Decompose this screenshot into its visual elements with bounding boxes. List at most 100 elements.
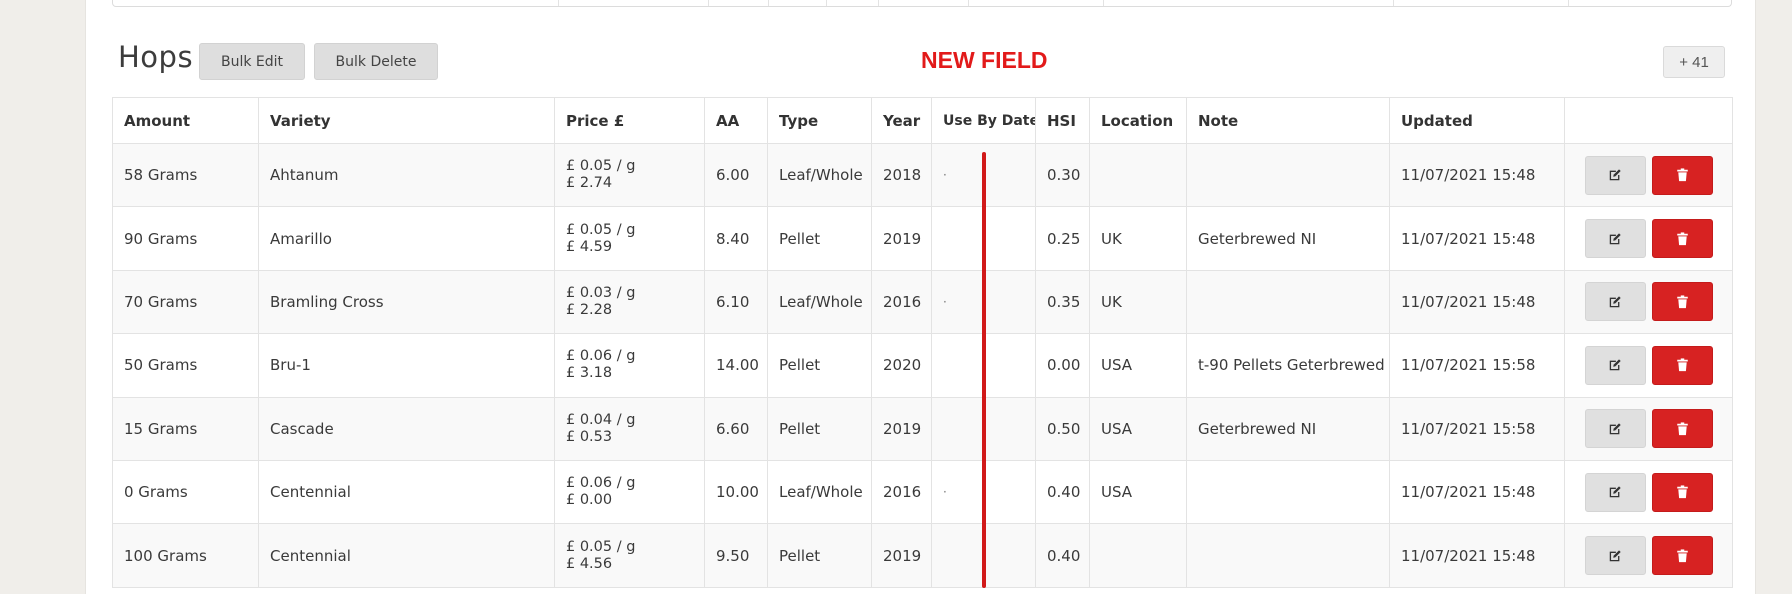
cell-location: UK bbox=[1089, 206, 1187, 271]
cell-actions bbox=[1564, 333, 1733, 398]
cell-year: 2019 bbox=[871, 396, 932, 461]
trash-icon bbox=[1676, 295, 1689, 309]
table-row: 50 Grams Bru-1 £ 0.06 / g £ 3.18 14.00 Pellet… bbox=[112, 333, 1733, 398]
cell-location: USA bbox=[1089, 396, 1187, 461]
cell-aa: 14.00 bbox=[704, 333, 768, 398]
price-total: £ 4.56 bbox=[566, 555, 613, 572]
cell-updated: 11/07/2021 15:48 bbox=[1389, 206, 1565, 271]
cell-updated: 11/07/2021 15:58 bbox=[1389, 333, 1565, 398]
cell-hsi: 0.30 bbox=[1035, 142, 1090, 208]
cell-year: 2016 bbox=[871, 269, 932, 335]
edit-icon bbox=[1608, 485, 1622, 499]
cell-type: Pellet bbox=[767, 396, 872, 461]
column-header-type: Type bbox=[767, 97, 872, 144]
cell-year: 2020 bbox=[871, 333, 932, 398]
cell-hsi: 0.00 bbox=[1035, 333, 1090, 398]
cell-price: £ 0.05 / g £ 4.59 bbox=[554, 206, 705, 271]
column-header-price: Price £ bbox=[554, 97, 705, 144]
bulk-delete-button[interactable]: Bulk Delete bbox=[314, 43, 438, 80]
new-field-annotation: NEW FIELD bbox=[921, 47, 1048, 73]
cell-type: Leaf/Whole bbox=[767, 142, 872, 208]
price-per-gram: £ 0.03 / g bbox=[566, 284, 636, 301]
cell-price: £ 0.05 / g £ 4.56 bbox=[554, 523, 705, 588]
cell-actions bbox=[1564, 396, 1733, 461]
price-per-gram: £ 0.04 / g bbox=[566, 411, 636, 428]
trash-icon bbox=[1676, 548, 1689, 563]
edit-row-button[interactable] bbox=[1584, 155, 1646, 195]
cell-note bbox=[1186, 269, 1390, 335]
cell-variety: Cascade bbox=[258, 396, 555, 461]
cell-actions bbox=[1564, 459, 1733, 525]
edit-row-button[interactable] bbox=[1584, 472, 1646, 512]
cell-amount: 58 Grams bbox=[112, 142, 259, 208]
previous-table-bottom-edge bbox=[112, 0, 1732, 7]
cell-price: £ 0.06 / g £ 3.18 bbox=[554, 333, 705, 398]
cell-variety: Centennial bbox=[258, 523, 555, 588]
cell-aa: 6.60 bbox=[704, 396, 768, 461]
column-header-note: Note bbox=[1186, 97, 1390, 144]
column-header-variety: Variety bbox=[258, 97, 555, 144]
cell-hsi: 0.40 bbox=[1035, 459, 1090, 525]
cell-variety: Amarillo bbox=[258, 206, 555, 271]
price-total: £ 2.28 bbox=[566, 301, 613, 318]
cell-type: Leaf/Whole bbox=[767, 269, 872, 335]
cell-price: £ 0.03 / g £ 2.28 bbox=[554, 269, 705, 335]
table-row: 0 Grams Centennial £ 0.06 / g £ 0.00 10.00 Le… bbox=[112, 459, 1733, 525]
edit-row-button[interactable] bbox=[1584, 219, 1646, 259]
delete-row-button[interactable] bbox=[1651, 345, 1713, 385]
delete-row-button[interactable] bbox=[1651, 536, 1713, 576]
cell-amount: 100 Grams bbox=[112, 523, 259, 588]
cell-variety: Ahtanum bbox=[258, 142, 555, 208]
delete-row-button[interactable] bbox=[1651, 282, 1713, 322]
column-header-actions bbox=[1564, 97, 1733, 144]
cell-amount: 0 Grams bbox=[112, 459, 259, 525]
cell-aa: 6.10 bbox=[704, 269, 768, 335]
table-row: 90 Grams Amarillo £ 0.05 / g £ 4.59 8.40 Pell… bbox=[112, 206, 1733, 271]
trash-icon bbox=[1676, 422, 1689, 436]
cell-note: Geterbrewed NI bbox=[1186, 396, 1390, 461]
cell-type: Leaf/Whole bbox=[767, 459, 872, 525]
cell-note bbox=[1186, 523, 1390, 588]
edit-row-button[interactable] bbox=[1584, 282, 1646, 322]
bulk-edit-button[interactable]: Bulk Edit bbox=[199, 43, 305, 80]
cell-variety: Centennial bbox=[258, 459, 555, 525]
column-header-year: Year bbox=[871, 97, 932, 144]
table-header-row: Amount Variety Price £ AA Type Year Use By Dat… bbox=[112, 97, 1733, 144]
add-hop-button[interactable]: + 41 bbox=[1663, 46, 1725, 78]
trash-icon bbox=[1676, 232, 1689, 246]
price-per-gram: £ 0.05 / g bbox=[566, 221, 636, 238]
cell-actions bbox=[1564, 206, 1733, 271]
cell-note: Geterbrewed NI bbox=[1186, 206, 1390, 271]
edit-row-button[interactable] bbox=[1584, 409, 1646, 449]
cell-year: 2016 bbox=[871, 459, 932, 525]
cell-aa: 9.50 bbox=[704, 523, 768, 588]
cell-updated: 11/07/2021 15:58 bbox=[1389, 396, 1565, 461]
edit-row-button[interactable] bbox=[1584, 536, 1646, 576]
delete-row-button[interactable] bbox=[1651, 155, 1713, 195]
cell-hsi: 0.35 bbox=[1035, 269, 1090, 335]
cell-variety: Bramling Cross bbox=[258, 269, 555, 335]
cell-location: USA bbox=[1089, 333, 1187, 398]
trash-icon bbox=[1676, 485, 1689, 499]
edit-icon bbox=[1608, 295, 1622, 309]
delete-row-button[interactable] bbox=[1651, 472, 1713, 512]
delete-row-button[interactable] bbox=[1651, 219, 1713, 259]
price-total: £ 0.53 bbox=[566, 428, 613, 445]
price-per-gram: £ 0.05 / g bbox=[566, 538, 636, 555]
column-header-updated: Updated bbox=[1389, 97, 1565, 144]
cell-hsi: 0.40 bbox=[1035, 523, 1090, 588]
edit-icon bbox=[1608, 168, 1622, 182]
price-total: £ 3.18 bbox=[566, 365, 613, 382]
cell-updated: 11/07/2021 15:48 bbox=[1389, 269, 1565, 335]
price-total: £ 4.59 bbox=[566, 238, 613, 255]
cell-location: USA bbox=[1089, 459, 1187, 525]
column-header-aa: AA bbox=[704, 97, 768, 144]
cell-amount: 15 Grams bbox=[112, 396, 259, 461]
cell-updated: 11/07/2021 15:48 bbox=[1389, 459, 1565, 525]
delete-row-button[interactable] bbox=[1651, 409, 1713, 449]
edit-row-button[interactable] bbox=[1584, 345, 1646, 385]
cell-hsi: 0.25 bbox=[1035, 206, 1090, 271]
cell-updated: 11/07/2021 15:48 bbox=[1389, 523, 1565, 588]
cell-price: £ 0.06 / g £ 0.00 bbox=[554, 459, 705, 525]
cell-year: 2019 bbox=[871, 523, 932, 588]
